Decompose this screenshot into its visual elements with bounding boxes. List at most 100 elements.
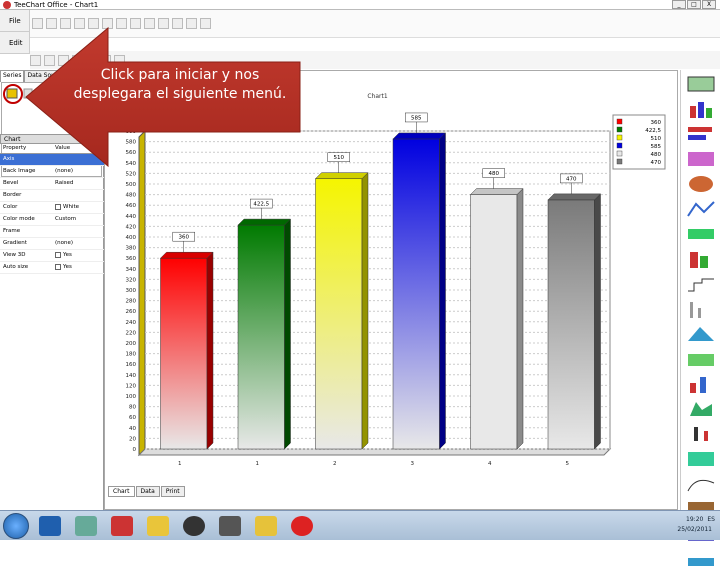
- property-name: Auto size: [3, 264, 29, 270]
- y-tick-label: 520: [126, 171, 137, 177]
- chart-left-wall: [138, 129, 146, 457]
- property-value[interactable]: Yes: [52, 262, 104, 273]
- gallery-gantt-icon[interactable]: [686, 298, 716, 320]
- property-value-text: Custom: [55, 216, 77, 222]
- checkbox-icon[interactable]: [55, 263, 61, 270]
- bar-side: [594, 193, 601, 450]
- maximize-button[interactable]: □: [687, 0, 701, 9]
- gallery-polar-icon[interactable]: [686, 373, 716, 395]
- x-tick-label: 1: [178, 461, 182, 467]
- y-tick-label: 120: [126, 383, 137, 389]
- bar-side: [361, 172, 369, 450]
- x-tick-label: 1: [256, 461, 260, 467]
- gallery-point-icon[interactable]: [686, 198, 716, 220]
- legend-swatch: [616, 118, 623, 125]
- gallery-arrow-icon[interactable]: [686, 323, 716, 345]
- inspector-row[interactable]: Border: [0, 190, 104, 202]
- tab-chart[interactable]: Chart: [108, 486, 135, 497]
- gallery-fastline-icon[interactable]: [686, 223, 716, 245]
- legend-label: 480: [651, 152, 662, 158]
- inspector-row[interactable]: View 3D Yes: [0, 250, 104, 262]
- chart-gallery: [680, 70, 720, 566]
- inspector-row[interactable]: Auto size Yes: [0, 262, 104, 274]
- property-name: Border: [3, 192, 22, 198]
- property-value-text: Raised: [55, 180, 74, 186]
- property-value[interactable]: Raised: [52, 178, 104, 189]
- inspector-row[interactable]: Bevel Raised: [0, 178, 104, 190]
- gallery-line-icon[interactable]: [686, 73, 716, 95]
- property-value-text: (none): [55, 240, 74, 246]
- bar-side: [284, 218, 291, 450]
- property-value[interactable]: Yes: [52, 250, 104, 261]
- taskbar-app-icon[interactable]: [39, 515, 61, 536]
- gallery-shape-icon[interactable]: [686, 248, 716, 270]
- y-tick-label: 180: [126, 352, 137, 358]
- inspector-row[interactable]: Gradient (none): [0, 238, 104, 250]
- minimize-button[interactable]: _: [672, 0, 686, 9]
- gallery-area-icon[interactable]: [686, 148, 716, 170]
- taskbar-folder-icon[interactable]: [147, 515, 169, 536]
- gallery-surface-icon[interactable]: [686, 448, 716, 470]
- clock-time: 19:20: [686, 516, 704, 523]
- property-value[interactable]: (none): [52, 238, 104, 249]
- x-tick-label: 5: [566, 461, 570, 467]
- gallery-candle-icon[interactable]: [686, 423, 716, 445]
- gallery-step-icon[interactable]: [686, 273, 716, 295]
- property-value[interactable]: [52, 190, 104, 201]
- property-name: Gradient: [3, 240, 27, 246]
- taskbar-media-icon[interactable]: [255, 515, 277, 536]
- y-tick-label: 400: [126, 235, 137, 241]
- legend-swatch: [616, 126, 623, 133]
- bar-top: [392, 132, 447, 140]
- bar-side: [439, 132, 446, 450]
- bar: [547, 199, 595, 450]
- color-swatch[interactable]: [55, 203, 61, 210]
- y-tick-label: 280: [126, 299, 137, 305]
- gallery-contour-icon[interactable]: [686, 473, 716, 495]
- legend-label: 422,5: [645, 128, 661, 134]
- legend-swatch: [616, 134, 623, 141]
- data-label: 480: [489, 171, 500, 177]
- legend-label: 585: [651, 144, 662, 150]
- legend-swatch: [616, 158, 623, 165]
- property-name: Color mode: [3, 216, 35, 222]
- property-name: View 3D: [3, 252, 26, 258]
- checkbox-icon[interactable]: [55, 251, 61, 258]
- close-button[interactable]: X: [702, 0, 716, 9]
- y-tick-label: 240: [126, 320, 137, 326]
- y-tick-label: 200: [126, 341, 137, 347]
- taskbar-hp-icon[interactable]: [183, 515, 205, 536]
- taskbar-app-icon[interactable]: [75, 515, 97, 536]
- taskbar-teechart-icon[interactable]: [291, 515, 313, 536]
- y-tick-label: 0: [133, 447, 137, 453]
- y-tick-label: 100: [126, 394, 137, 400]
- y-tick-label: 460: [126, 203, 137, 209]
- taskbar-app-icon[interactable]: [219, 515, 241, 536]
- property-value[interactable]: Custom: [52, 214, 104, 225]
- inspector-row[interactable]: Frame: [0, 226, 104, 238]
- clock[interactable]: 19:20 25/02/2011: [677, 515, 712, 535]
- property-value[interactable]: [52, 226, 104, 237]
- chart-floor: [137, 448, 612, 456]
- y-tick-label: 420: [126, 224, 137, 230]
- gallery-hbar-icon[interactable]: [686, 123, 716, 145]
- bar-top: [314, 172, 369, 179]
- taskbar-app-icon[interactable]: [111, 515, 133, 536]
- y-tick-label: 440: [126, 214, 137, 220]
- tab-print[interactable]: Print: [160, 486, 185, 497]
- inspector-row[interactable]: Color White: [0, 202, 104, 214]
- y-tick-label: 320: [126, 277, 137, 283]
- inspector-row[interactable]: Color mode Custom: [0, 214, 104, 226]
- gallery-radar-icon[interactable]: [686, 398, 716, 420]
- legend-swatch: [616, 150, 623, 157]
- start-button[interactable]: [3, 512, 29, 539]
- x-tick-label: 2: [333, 461, 337, 467]
- gallery-bubble-icon[interactable]: [686, 348, 716, 370]
- gallery-misc-icon[interactable]: [686, 548, 716, 570]
- property-value[interactable]: White: [52, 202, 104, 213]
- bar: [470, 194, 518, 450]
- gallery-pie-icon[interactable]: [686, 173, 716, 195]
- gallery-bar-icon[interactable]: [686, 98, 716, 120]
- tab-data[interactable]: Data: [135, 486, 160, 497]
- callout-annotation: Click para iniciar y nos desplegara el s…: [0, 0, 320, 172]
